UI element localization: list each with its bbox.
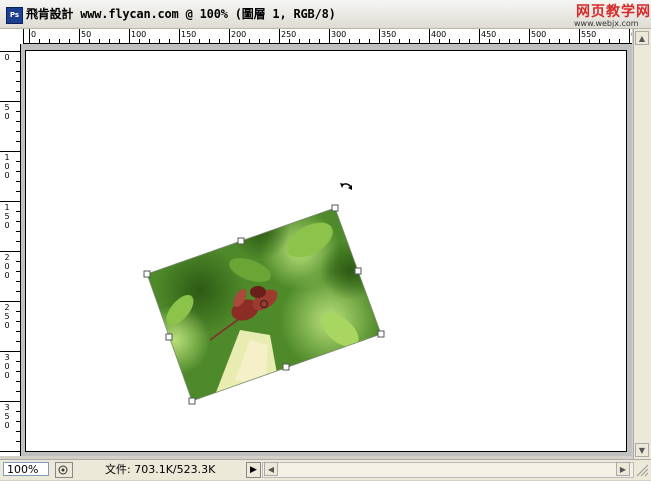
vertical-scrollbar[interactable]: ▲ ▼ — [633, 29, 651, 459]
zoom-level-field[interactable]: 100% — [3, 462, 49, 476]
horizontal-scrollbar[interactable]: ◀ ▶ — [262, 462, 634, 478]
scroll-left-arrow-icon[interactable]: ◀ — [264, 462, 278, 476]
scroll-right-arrow-icon[interactable]: ▶ — [616, 462, 630, 476]
resize-grip-icon[interactable] — [634, 462, 649, 477]
transformed-photo-layer[interactable] — [0, 0, 651, 479]
document-size-info: 文件: 703.1K/523.3K — [105, 463, 216, 476]
scroll-up-arrow-icon[interactable]: ▲ — [635, 31, 649, 45]
status-bar: 100% 文件: 703.1K/523.3K ▶ ◀ ▶ — [0, 459, 651, 480]
play-arrow-icon[interactable]: ▶ — [246, 462, 261, 478]
dragonfly-photo — [147, 208, 381, 401]
status-menu-icon[interactable] — [55, 462, 73, 478]
rotate-cursor-icon — [340, 183, 352, 190]
scroll-down-arrow-icon[interactable]: ▼ — [635, 443, 649, 457]
